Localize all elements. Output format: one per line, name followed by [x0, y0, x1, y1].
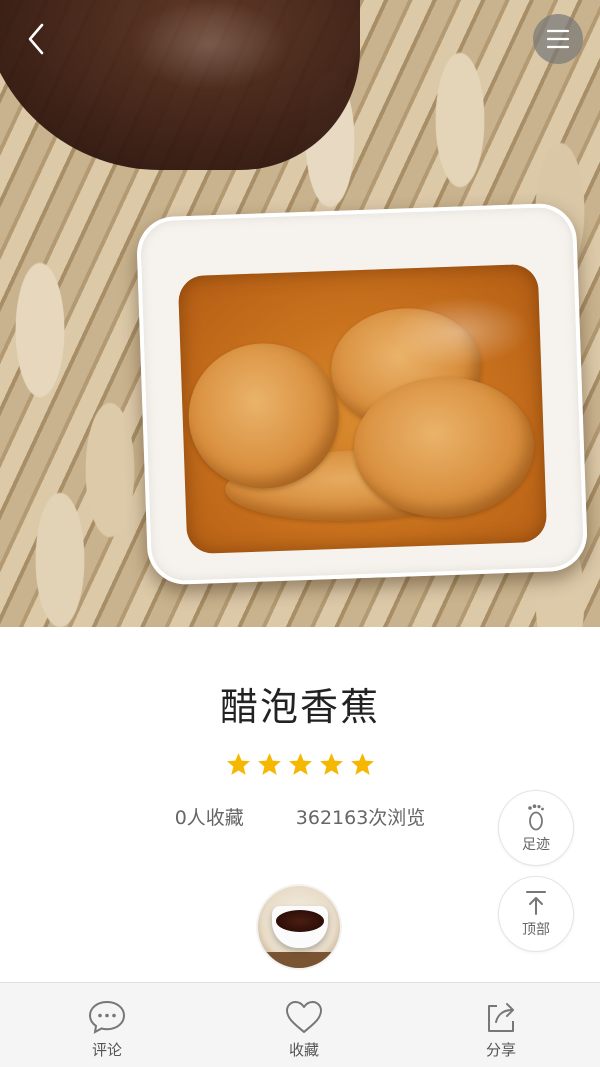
footprint-label: 足迹: [522, 836, 550, 853]
rating-stars: [0, 752, 600, 776]
footprint-icon: [528, 803, 544, 830]
heart-icon: [286, 1001, 322, 1033]
favorite-button[interactable]: 收藏: [269, 983, 339, 1067]
star-icon: [319, 752, 344, 776]
dish-bowl-image-part: [135, 202, 589, 586]
share-label: 分享: [485, 1041, 516, 1059]
menu-button[interactable]: [533, 14, 583, 64]
top-label: 顶部: [522, 921, 550, 938]
recipe-title: 醋泡香蕉: [219, 685, 380, 729]
back-to-top-button[interactable]: 顶部: [498, 876, 574, 952]
comment-label: 评论: [91, 1041, 122, 1059]
views-count: 362163次浏览: [295, 807, 426, 829]
back-button[interactable]: [12, 14, 62, 64]
arrow-up-to-top-icon: [526, 890, 546, 915]
speech-bubble-icon: [88, 1000, 126, 1034]
hamburger-menu-icon: [546, 29, 570, 49]
recipe-hero-image: [0, 0, 600, 627]
bottom-action-bar: 评论 收藏 分享: [0, 982, 600, 1067]
star-icon: [226, 752, 251, 776]
share-icon: [488, 1003, 514, 1032]
share-button[interactable]: 分享: [466, 983, 536, 1067]
favorite-label: 收藏: [288, 1041, 319, 1059]
favorites-count: 0人收藏: [174, 807, 244, 829]
star-icon: [288, 752, 313, 776]
footprint-button[interactable]: 足迹: [498, 790, 574, 866]
star-icon: [350, 752, 375, 776]
chevron-left-icon: [28, 23, 44, 55]
comment-button[interactable]: 评论: [72, 983, 142, 1067]
avatar[interactable]: [256, 884, 342, 970]
star-icon: [257, 752, 282, 776]
